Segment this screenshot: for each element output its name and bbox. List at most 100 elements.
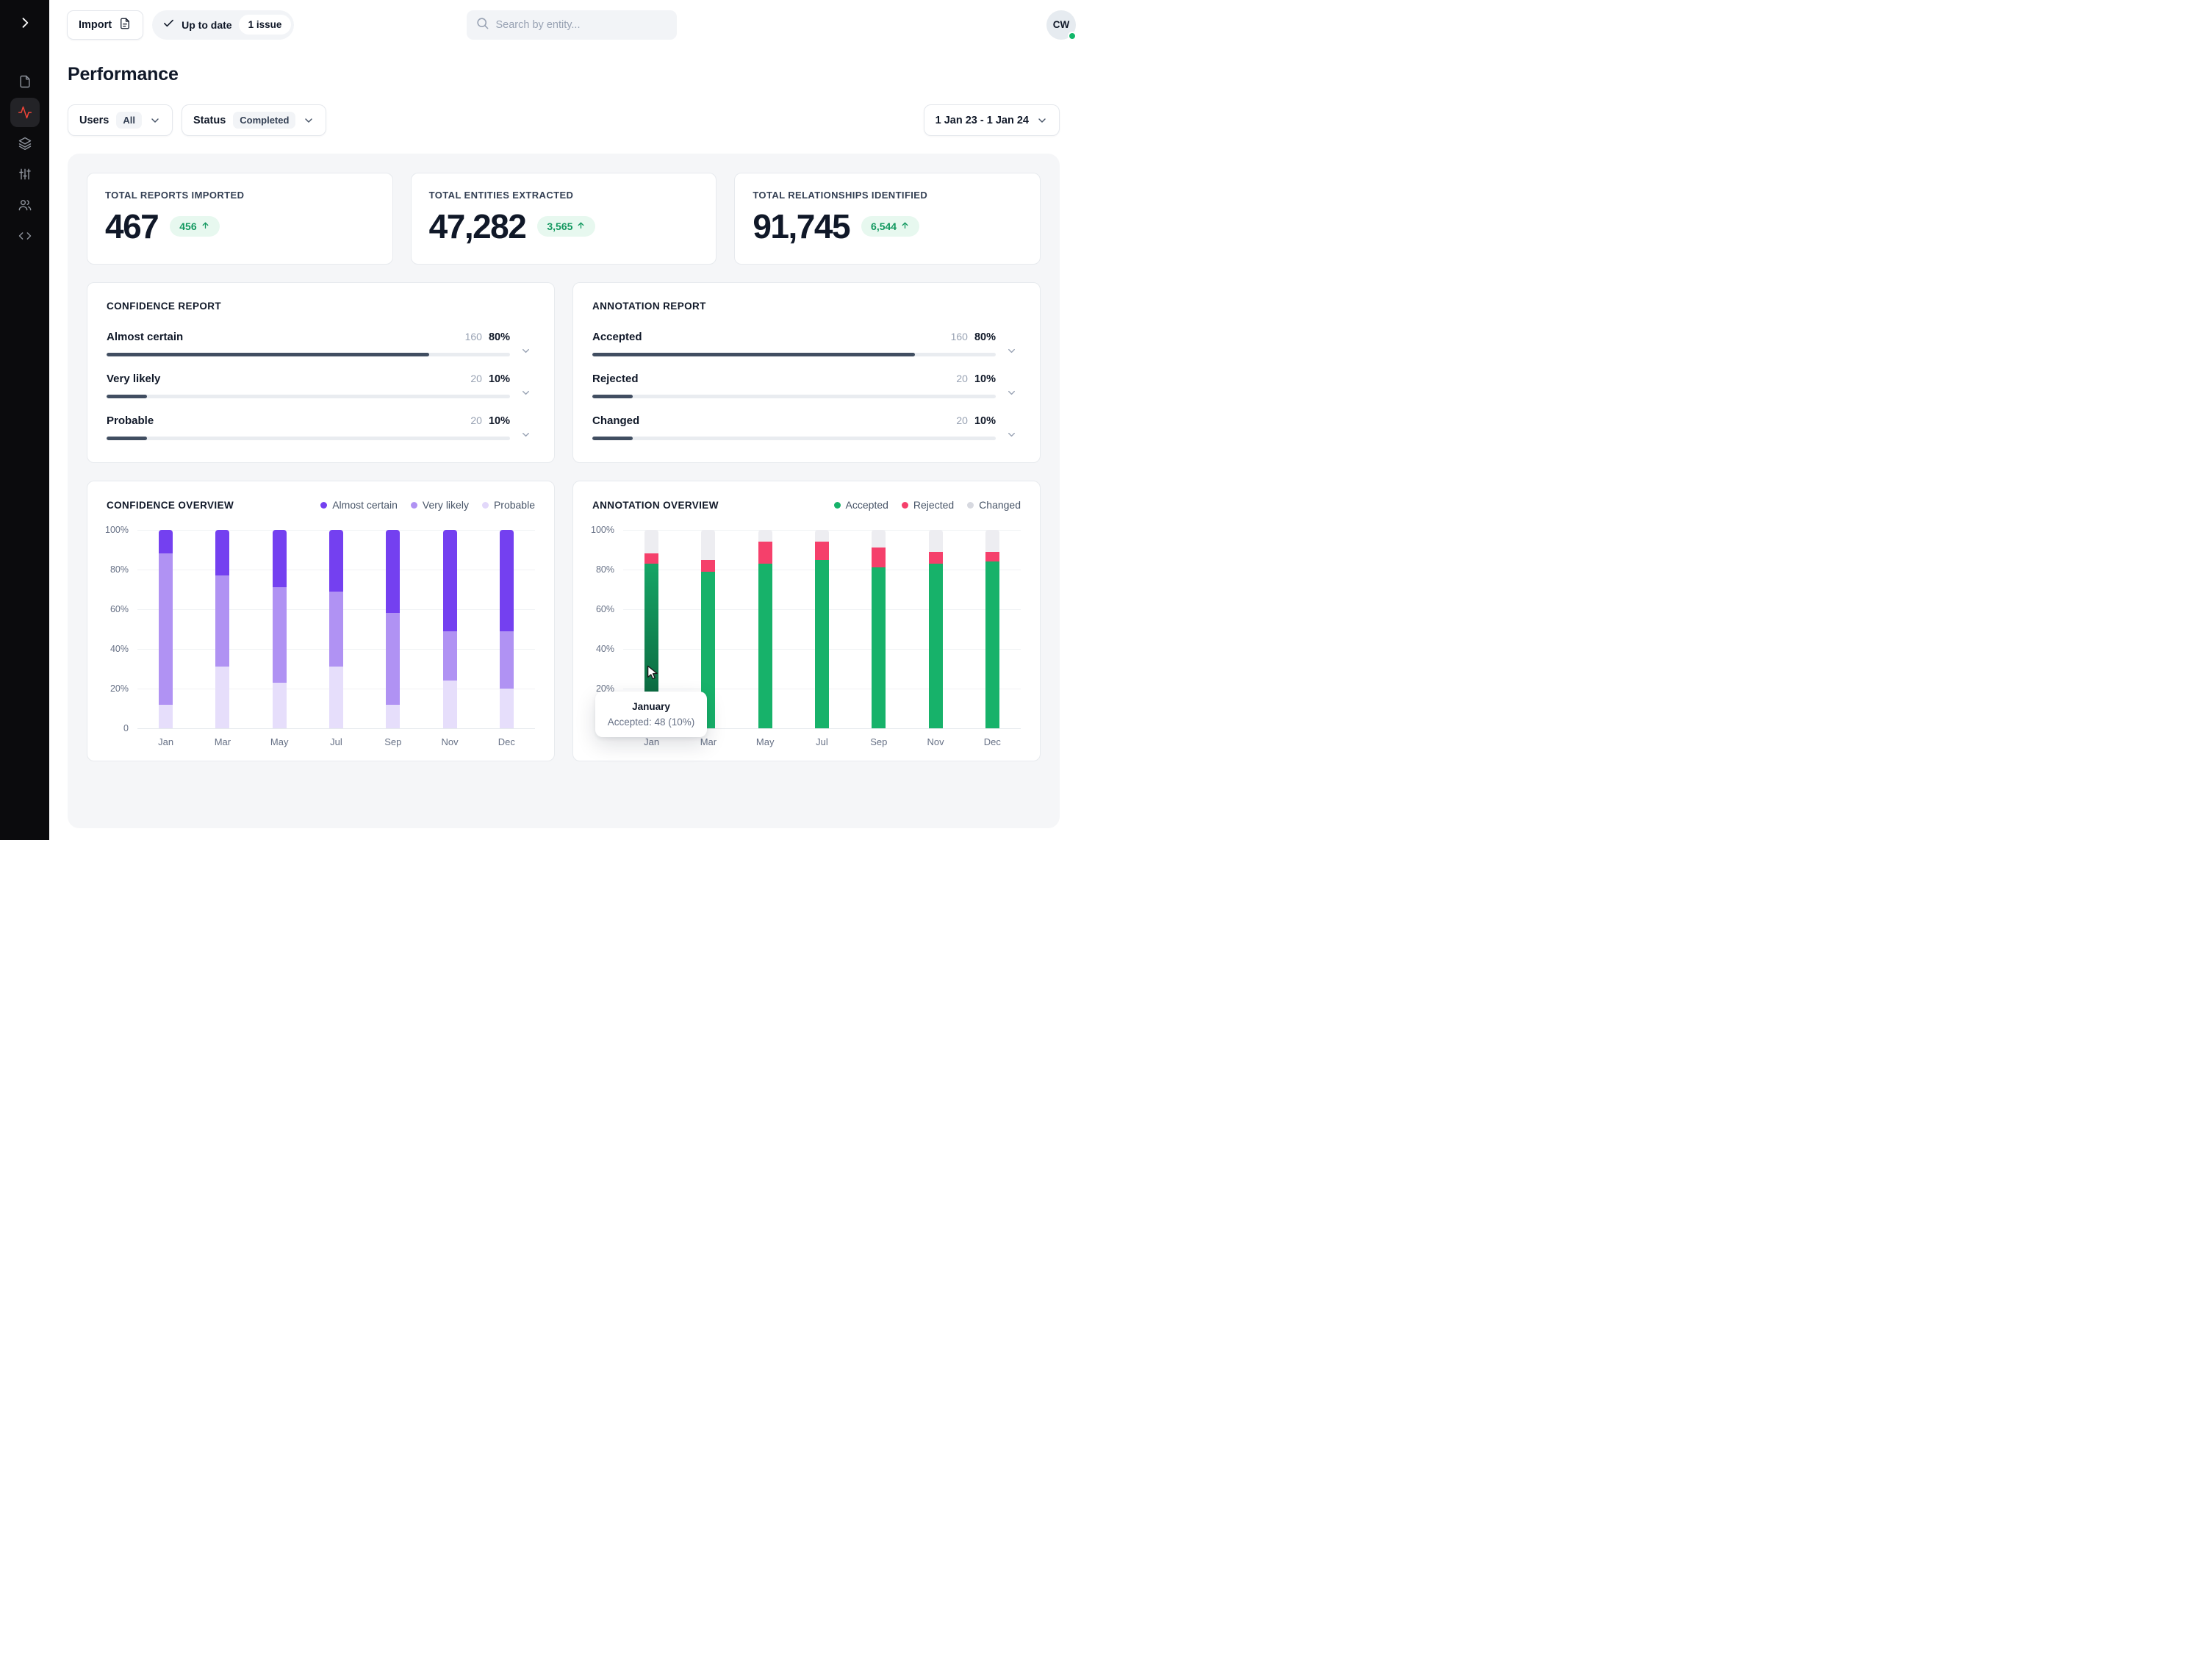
sliders-icon <box>18 167 32 182</box>
bar-column[interactable]: Sep <box>862 530 896 747</box>
search-box[interactable] <box>467 10 677 40</box>
expand-row-button[interactable] <box>516 373 535 398</box>
bar-column[interactable]: Dec <box>975 530 1009 747</box>
bar-column[interactable]: Jul <box>319 530 353 747</box>
row-label: Almost certain <box>107 331 183 343</box>
sidebar-item-users[interactable] <box>10 190 40 220</box>
stacked-bar[interactable] <box>872 530 886 728</box>
y-axis: 100%80%60%40%20%0 <box>107 530 137 728</box>
search-input[interactable] <box>496 19 668 31</box>
bar-column[interactable]: Mar <box>206 530 240 747</box>
bar-segment <box>329 592 343 667</box>
sidebar-item-performance[interactable] <box>10 98 40 127</box>
bar-segment <box>701 530 715 560</box>
bars: Jan Mar May Jul Sep Nov Dec <box>137 530 535 749</box>
bar-segment <box>929 552 943 564</box>
stacked-bar[interactable] <box>758 530 772 728</box>
x-tick-label: Sep <box>384 728 401 747</box>
bar-segment <box>815 560 829 729</box>
delta-value: 3,565 <box>547 220 572 232</box>
row-count: 20 <box>956 373 968 384</box>
stacked-bar[interactable] <box>985 530 999 728</box>
stacked-bar[interactable] <box>386 530 400 728</box>
bar-segment <box>500 689 514 728</box>
topbar-left: Import Up to date 1 issue <box>67 10 467 40</box>
cursor-pointer-icon <box>647 665 660 683</box>
delta-badge: 456 <box>170 216 219 237</box>
bar-segment <box>159 530 173 553</box>
stat-value: 91,745 <box>753 207 850 246</box>
tooltip-value: Accepted: 48 (10%) <box>604 717 698 728</box>
stacked-bar[interactable] <box>929 530 943 728</box>
bar-segment <box>215 575 229 667</box>
row-label: Rejected <box>592 373 639 385</box>
bar-segment <box>815 530 829 542</box>
bar-segment <box>929 564 943 728</box>
status-filter-button[interactable]: Status Completed <box>182 104 327 136</box>
row-percent: 80% <box>974 331 996 343</box>
expand-row-button[interactable] <box>1002 331 1021 356</box>
chevron-down-icon <box>1036 115 1048 126</box>
users-filter-button[interactable]: Users All <box>68 104 173 136</box>
legend-dot <box>902 502 908 509</box>
stacked-bar[interactable] <box>159 530 173 728</box>
app-root: Import Up to date 1 issue CW <box>0 0 1094 840</box>
bar-segment <box>215 667 229 728</box>
avatar[interactable]: CW <box>1046 10 1076 40</box>
x-tick-label: Jul <box>330 728 342 747</box>
chevron-right-icon <box>18 15 32 34</box>
sidebar-item-filters[interactable] <box>10 159 40 189</box>
bar-segment <box>386 613 400 704</box>
expand-row-button[interactable] <box>516 331 535 356</box>
report-row: Probable 2010% <box>107 406 535 448</box>
sidebar-expand-button[interactable] <box>0 0 49 49</box>
bar-column[interactable]: Nov <box>919 530 952 747</box>
bar-segment <box>443 530 457 631</box>
stacked-bar[interactable] <box>329 530 343 728</box>
expand-row-button[interactable] <box>1002 373 1021 398</box>
bar-segment <box>273 587 287 683</box>
date-range-filter-button[interactable]: 1 Jan 23 - 1 Jan 24 <box>924 104 1060 136</box>
legend-dot <box>967 502 974 509</box>
row-percent: 10% <box>974 415 996 427</box>
progress-fill <box>107 437 147 440</box>
bar-segment <box>500 631 514 689</box>
y-tick-label: 60% <box>596 604 614 614</box>
card-title: CONFIDENCE REPORT <box>107 301 535 312</box>
issue-badge[interactable]: 1 issue <box>239 15 292 35</box>
stacked-bar[interactable] <box>815 530 829 728</box>
y-tick-label: 100% <box>105 525 129 535</box>
bar-column[interactable]: May <box>262 530 296 747</box>
chart-tooltip: January Accepted: 48 (10%) <box>595 692 707 737</box>
bar-column[interactable]: Nov <box>433 530 467 747</box>
bar-column[interactable]: Sep <box>376 530 410 747</box>
report-row: Very likely 2010% <box>107 364 535 406</box>
bar-column[interactable]: Jan <box>149 530 183 747</box>
bar-segment <box>758 530 772 542</box>
delta-badge: 6,544 <box>861 216 919 237</box>
row-label: Probable <box>107 414 154 427</box>
sync-status-pill[interactable]: Up to date 1 issue <box>152 10 294 40</box>
main-area: Import Up to date 1 issue CW <box>49 0 1094 840</box>
sidebar-item-layers[interactable] <box>10 129 40 158</box>
stacked-bar[interactable] <box>215 530 229 728</box>
import-button[interactable]: Import <box>67 10 143 40</box>
bar-segment <box>872 567 886 728</box>
sidebar-item-code[interactable] <box>10 221 40 251</box>
bar-column[interactable]: Dec <box>489 530 523 747</box>
x-tick-label: Dec <box>498 728 515 747</box>
sidebar-item-documents[interactable] <box>10 67 40 96</box>
bar-column[interactable]: Jul <box>805 530 838 747</box>
stacked-bar[interactable] <box>500 530 514 728</box>
legend-dot <box>320 502 327 509</box>
legend-dot <box>834 502 841 509</box>
bar-column[interactable]: May <box>748 530 782 747</box>
stacked-bar[interactable] <box>443 530 457 728</box>
delta-badge: 3,565 <box>537 216 595 237</box>
y-tick-label: 40% <box>596 644 614 654</box>
expand-row-button[interactable] <box>516 414 535 440</box>
expand-row-button[interactable] <box>1002 414 1021 440</box>
stacked-bar[interactable] <box>273 530 287 728</box>
bar-segment <box>758 564 772 728</box>
bar-segment <box>215 530 229 575</box>
